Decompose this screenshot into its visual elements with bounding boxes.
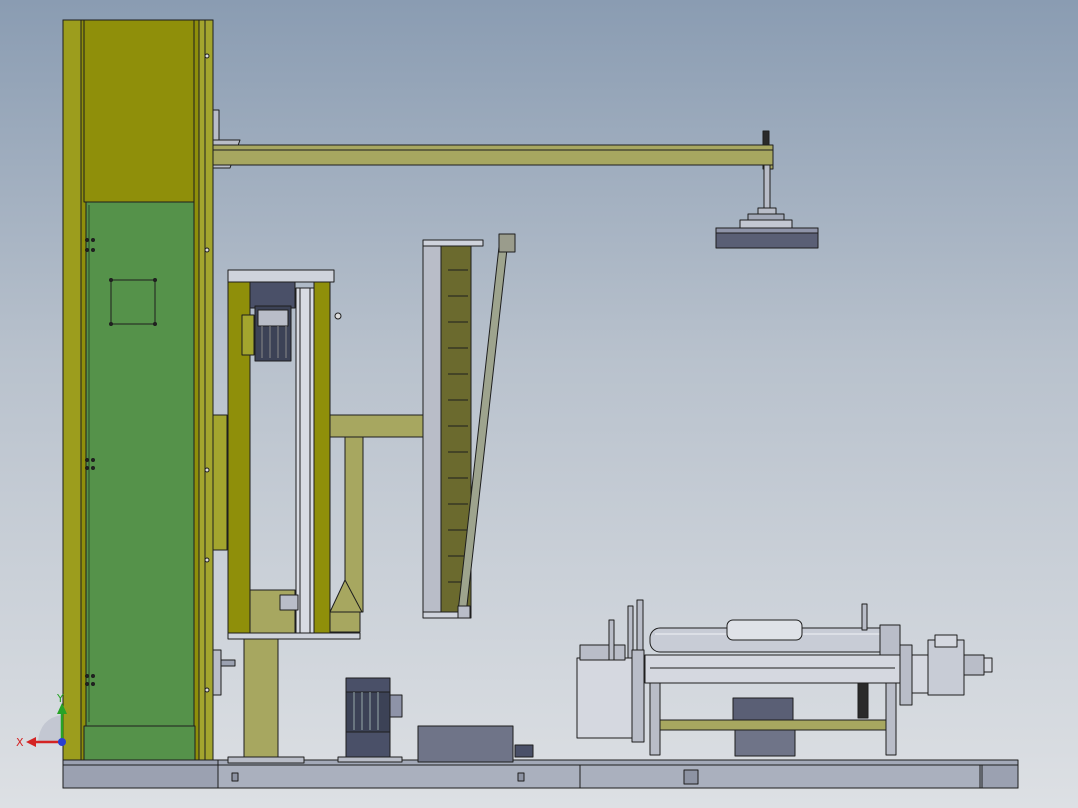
- lift-motor: [249, 281, 296, 362]
- control-cabinet-door: [83, 201, 196, 761]
- jib-arm: [212, 130, 774, 170]
- base-motor: [337, 677, 534, 763]
- cabinet-window: [110, 279, 156, 325]
- cad-viewport[interactable]: Y X: [0, 0, 1078, 808]
- base-platform: [62, 759, 1019, 789]
- x-axis-label: X: [16, 736, 24, 749]
- machine-drawing: Y X: [16, 19, 1019, 789]
- coordinate-triad: Y X: [16, 692, 67, 749]
- vertical-mast: [422, 239, 484, 619]
- roller-conveyor: [576, 599, 901, 757]
- y-axis-label: Y: [56, 692, 64, 705]
- pressure-disc: [715, 164, 819, 249]
- drive-gearbox: [899, 634, 993, 706]
